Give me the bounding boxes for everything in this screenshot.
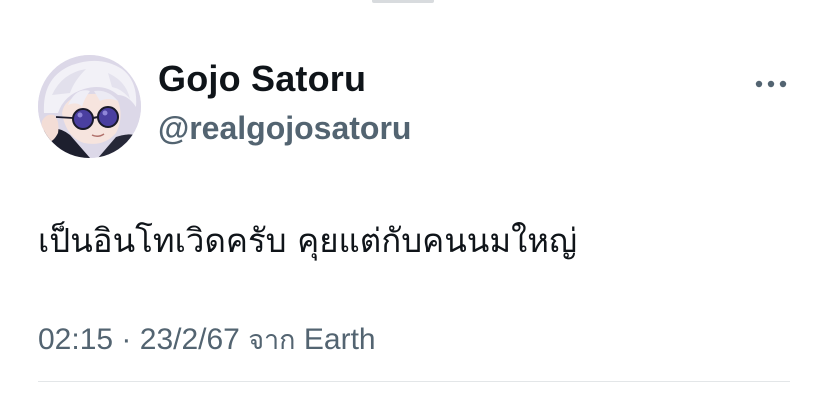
author-handle[interactable]: @realgojosatoru [158, 110, 411, 147]
avatar-image [38, 55, 141, 158]
source-prefix: จาก [248, 325, 296, 356]
tweet-detail: Gojo Satoru @realgojosatoru เป็นอินโทเวิ… [0, 0, 827, 405]
author-display-name[interactable]: Gojo Satoru [158, 58, 366, 100]
avatar[interactable] [38, 55, 141, 158]
tweet-metadata: 02:15 · 23/2/67 จาก Earth [38, 318, 376, 361]
more-horizontal-icon [755, 80, 787, 88]
divider [38, 381, 790, 382]
tweet-time[interactable]: 02:15 [38, 323, 113, 356]
more-options-button[interactable] [750, 68, 792, 100]
tweet-source: Earth [303, 323, 376, 356]
tweet-date[interactable]: 23/2/67 [140, 323, 240, 356]
tweet-text: เป็นอินโทเวิดครับ คุยแต่กับคนนมใหญ่ [38, 221, 578, 260]
meta-separator: · [121, 323, 132, 356]
